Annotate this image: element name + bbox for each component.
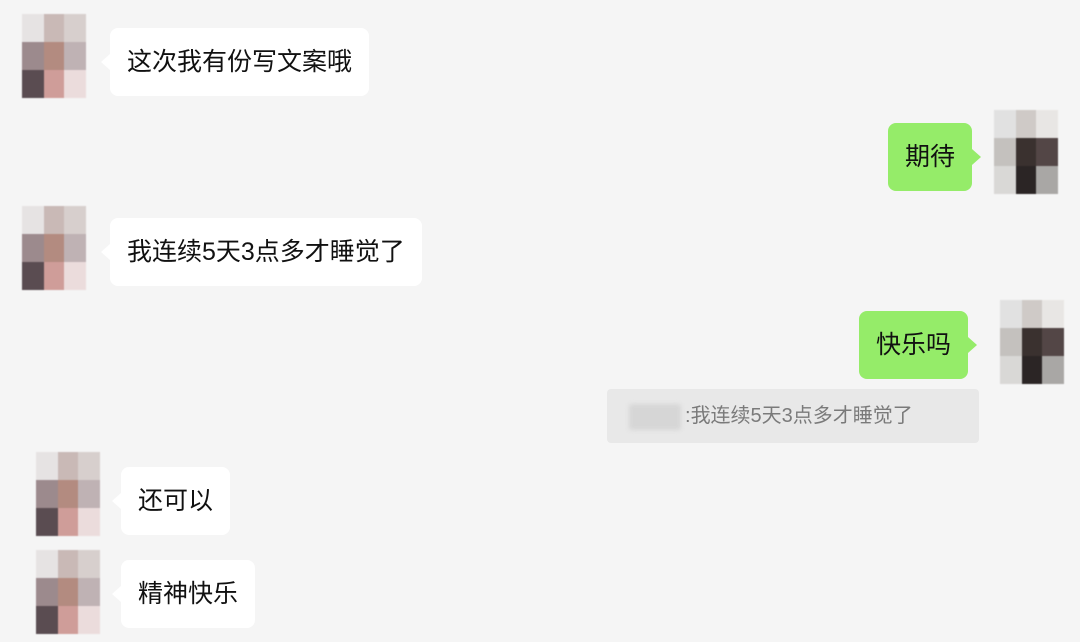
incoming-message-bubble[interactable]: 这次我有份写文案哦 (100, 28, 370, 96)
quote-text: 我连续5天3点多才睡觉了 (690, 405, 913, 427)
message-text: 这次我有份写文案哦 (127, 48, 353, 76)
quoted-message[interactable]: :我连续5天3点多才睡觉了 (607, 389, 979, 443)
message-text: 快乐吗 (876, 331, 952, 359)
contact-avatar[interactable] (36, 550, 100, 634)
blurred-sender-name (629, 403, 681, 430)
chat-conversation: 这次我有份写文案哦 期待 我连续5天3点多才睡觉了 快乐吗:我连续5天3点多才… (0, 0, 1080, 642)
message-text: 精神快乐 (138, 580, 239, 608)
message-text: 我连续5天3点多才睡觉了 (127, 238, 405, 266)
incoming-message-bubble[interactable]: 精神快乐 (111, 560, 256, 628)
self-avatar[interactable] (1000, 300, 1064, 384)
contact-avatar[interactable] (22, 14, 86, 98)
incoming-message-bubble[interactable]: 我连续5天3点多才睡觉了 (101, 218, 422, 286)
outgoing-message-bubble[interactable]: 期待 (888, 123, 982, 191)
contact-avatar[interactable] (22, 206, 86, 290)
message-text: 期待 (905, 143, 956, 171)
outgoing-message-bubble[interactable]: 快乐吗 (859, 311, 978, 379)
message-text: 还可以 (138, 487, 214, 515)
incoming-message-bubble[interactable]: 还可以 (111, 467, 231, 535)
self-avatar[interactable] (994, 110, 1058, 194)
contact-avatar[interactable] (36, 452, 100, 536)
